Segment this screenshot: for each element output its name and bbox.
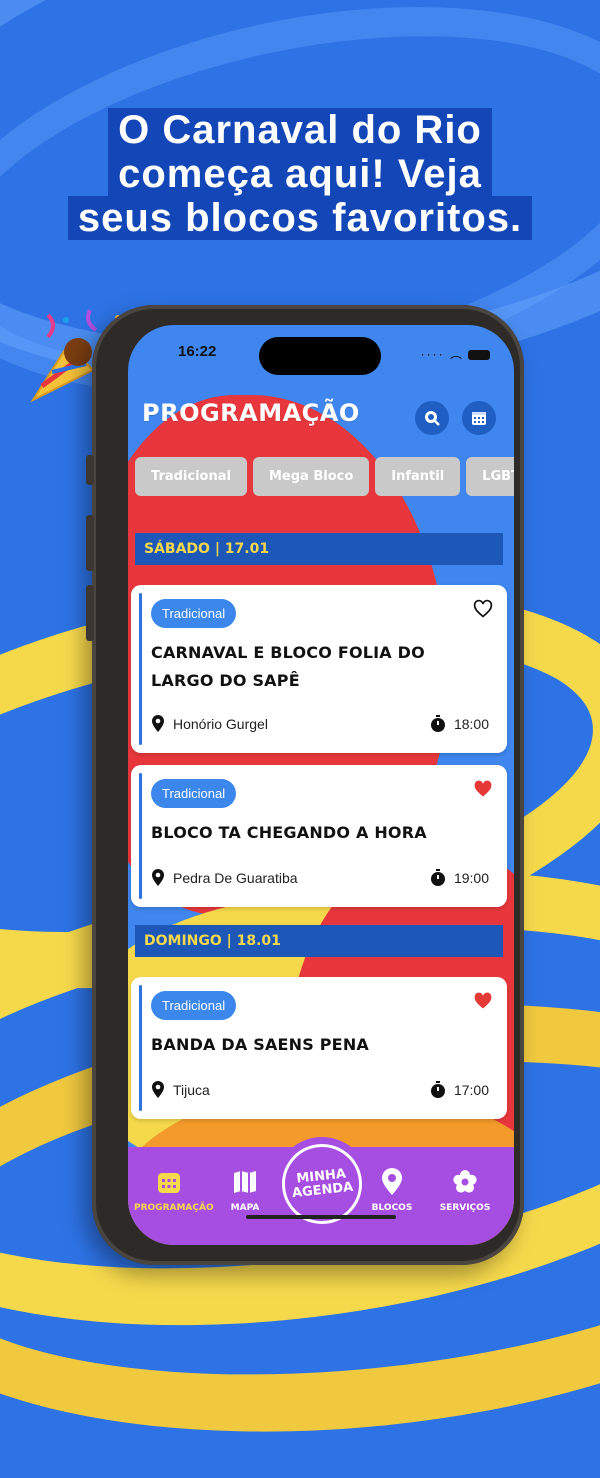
stopwatch-icon (430, 1081, 445, 1098)
wifi-icon: ︵ (449, 347, 464, 361)
event-time: 19:00 (430, 869, 489, 887)
heart-filled-icon[interactable] (473, 991, 493, 1011)
day-header: DOMINGO | 18.01 (135, 925, 503, 957)
map-icon (234, 1171, 256, 1193)
time-text: 18:00 (453, 716, 489, 732)
bottom-nav: PROGRAMAÇÃO MAPA MINHA AGENDA BLOCOS SER… (128, 1137, 514, 1245)
event-card[interactable]: Tradicional BLOCO TA CHEGANDO A HORA Ped… (131, 765, 507, 907)
event-card[interactable]: Tradicional BANDA DA SAENS PENA Tijuca 1… (131, 977, 507, 1119)
filter-chip-tradicional[interactable]: Tradicional (135, 457, 247, 496)
nav-label: SERVIÇOS (439, 1203, 491, 1213)
status-time: 16:22 (178, 343, 217, 360)
event-title: BLOCO TA CHEGANDO A HORA (151, 823, 427, 842)
time-text: 19:00 (453, 870, 489, 886)
phone-side-button (86, 455, 94, 485)
category-tag: Tradicional (151, 599, 237, 628)
nav-label: BLOCOS (371, 1203, 413, 1213)
nav-mapa[interactable]: MAPA (210, 1167, 280, 1213)
day-header: SÁBADO | 17.01 (135, 533, 503, 565)
location-pin-icon (152, 869, 164, 886)
phone-side-button (86, 585, 94, 641)
event-time: 17:00 (430, 1081, 489, 1099)
location-pin-icon (152, 1081, 164, 1098)
stopwatch-icon (430, 715, 445, 732)
page-title: PROGRAMAÇÃO (142, 399, 360, 427)
filter-chips: Tradicional Mega Bloco Infantil LGBTQ (135, 457, 514, 496)
app-screen: 16:22 ···· ︵ PROGRAMAÇÃO Tradicional Meg… (128, 325, 514, 1245)
heart-outline-icon[interactable] (473, 599, 493, 619)
calendar-icon (472, 412, 486, 425)
dynamic-island (259, 337, 381, 375)
nav-label: PROGRAMAÇÃO (134, 1203, 214, 1213)
headline-line: começa aqui! Veja (108, 152, 492, 196)
location-text: Tijuca (173, 1082, 210, 1098)
filter-chip-lgbtq[interactable]: LGBTQ (466, 457, 514, 496)
promo-headline: O Carnaval do Rio começa aqui! Veja seus… (40, 108, 560, 240)
card-accent (139, 985, 142, 1111)
location-text: Honório Gurgel (173, 716, 268, 732)
battery-icon (468, 349, 490, 360)
event-location: Honório Gurgel (151, 715, 268, 733)
location-pin-icon (382, 1168, 402, 1195)
search-icon (425, 411, 440, 426)
category-tag: Tradicional (151, 991, 237, 1020)
event-location: Pedra De Guaratiba (151, 869, 298, 887)
status-icons: ···· ︵ (421, 345, 490, 362)
event-location: Tijuca (151, 1081, 210, 1099)
headline-line: O Carnaval do Rio (108, 108, 492, 152)
search-button[interactable] (415, 401, 449, 435)
location-pin-icon (152, 715, 164, 732)
nav-label: MAPA (230, 1203, 260, 1213)
nav-blocos[interactable]: BLOCOS (357, 1167, 427, 1213)
phone-mockup: 16:22 ···· ︵ PROGRAMAÇÃO Tradicional Meg… (86, 305, 524, 1265)
phone-side-button (86, 515, 94, 571)
heart-filled-icon[interactable] (473, 779, 493, 799)
nav-servicos[interactable]: SERVIÇOS (430, 1167, 500, 1213)
home-indicator (246, 1215, 396, 1219)
event-card[interactable]: Tradicional CARNAVAL E BLOCO FOLIA DO LA… (131, 585, 507, 753)
category-tag: Tradicional (151, 779, 237, 808)
calendar-icon (158, 1173, 180, 1193)
card-accent (139, 593, 142, 745)
filter-chip-mega-bloco[interactable]: Mega Bloco (252, 457, 370, 496)
headline-line: seus blocos favoritos. (67, 196, 533, 240)
event-time: 18:00 (430, 715, 489, 733)
flower-icon (453, 1170, 477, 1193)
calendar-button[interactable] (462, 401, 496, 435)
nav-programacao[interactable]: PROGRAMAÇÃO (134, 1167, 214, 1213)
event-title: BANDA DA SAENS PENA (151, 1035, 369, 1054)
filter-chip-infantil[interactable]: Infantil (375, 457, 461, 496)
event-title: CARNAVAL E BLOCO FOLIA DO LARGO DO SAPÊ (151, 643, 425, 690)
stopwatch-icon (430, 869, 445, 886)
card-accent (139, 773, 142, 899)
location-text: Pedra De Guaratiba (173, 870, 298, 886)
time-text: 17:00 (453, 1082, 489, 1098)
